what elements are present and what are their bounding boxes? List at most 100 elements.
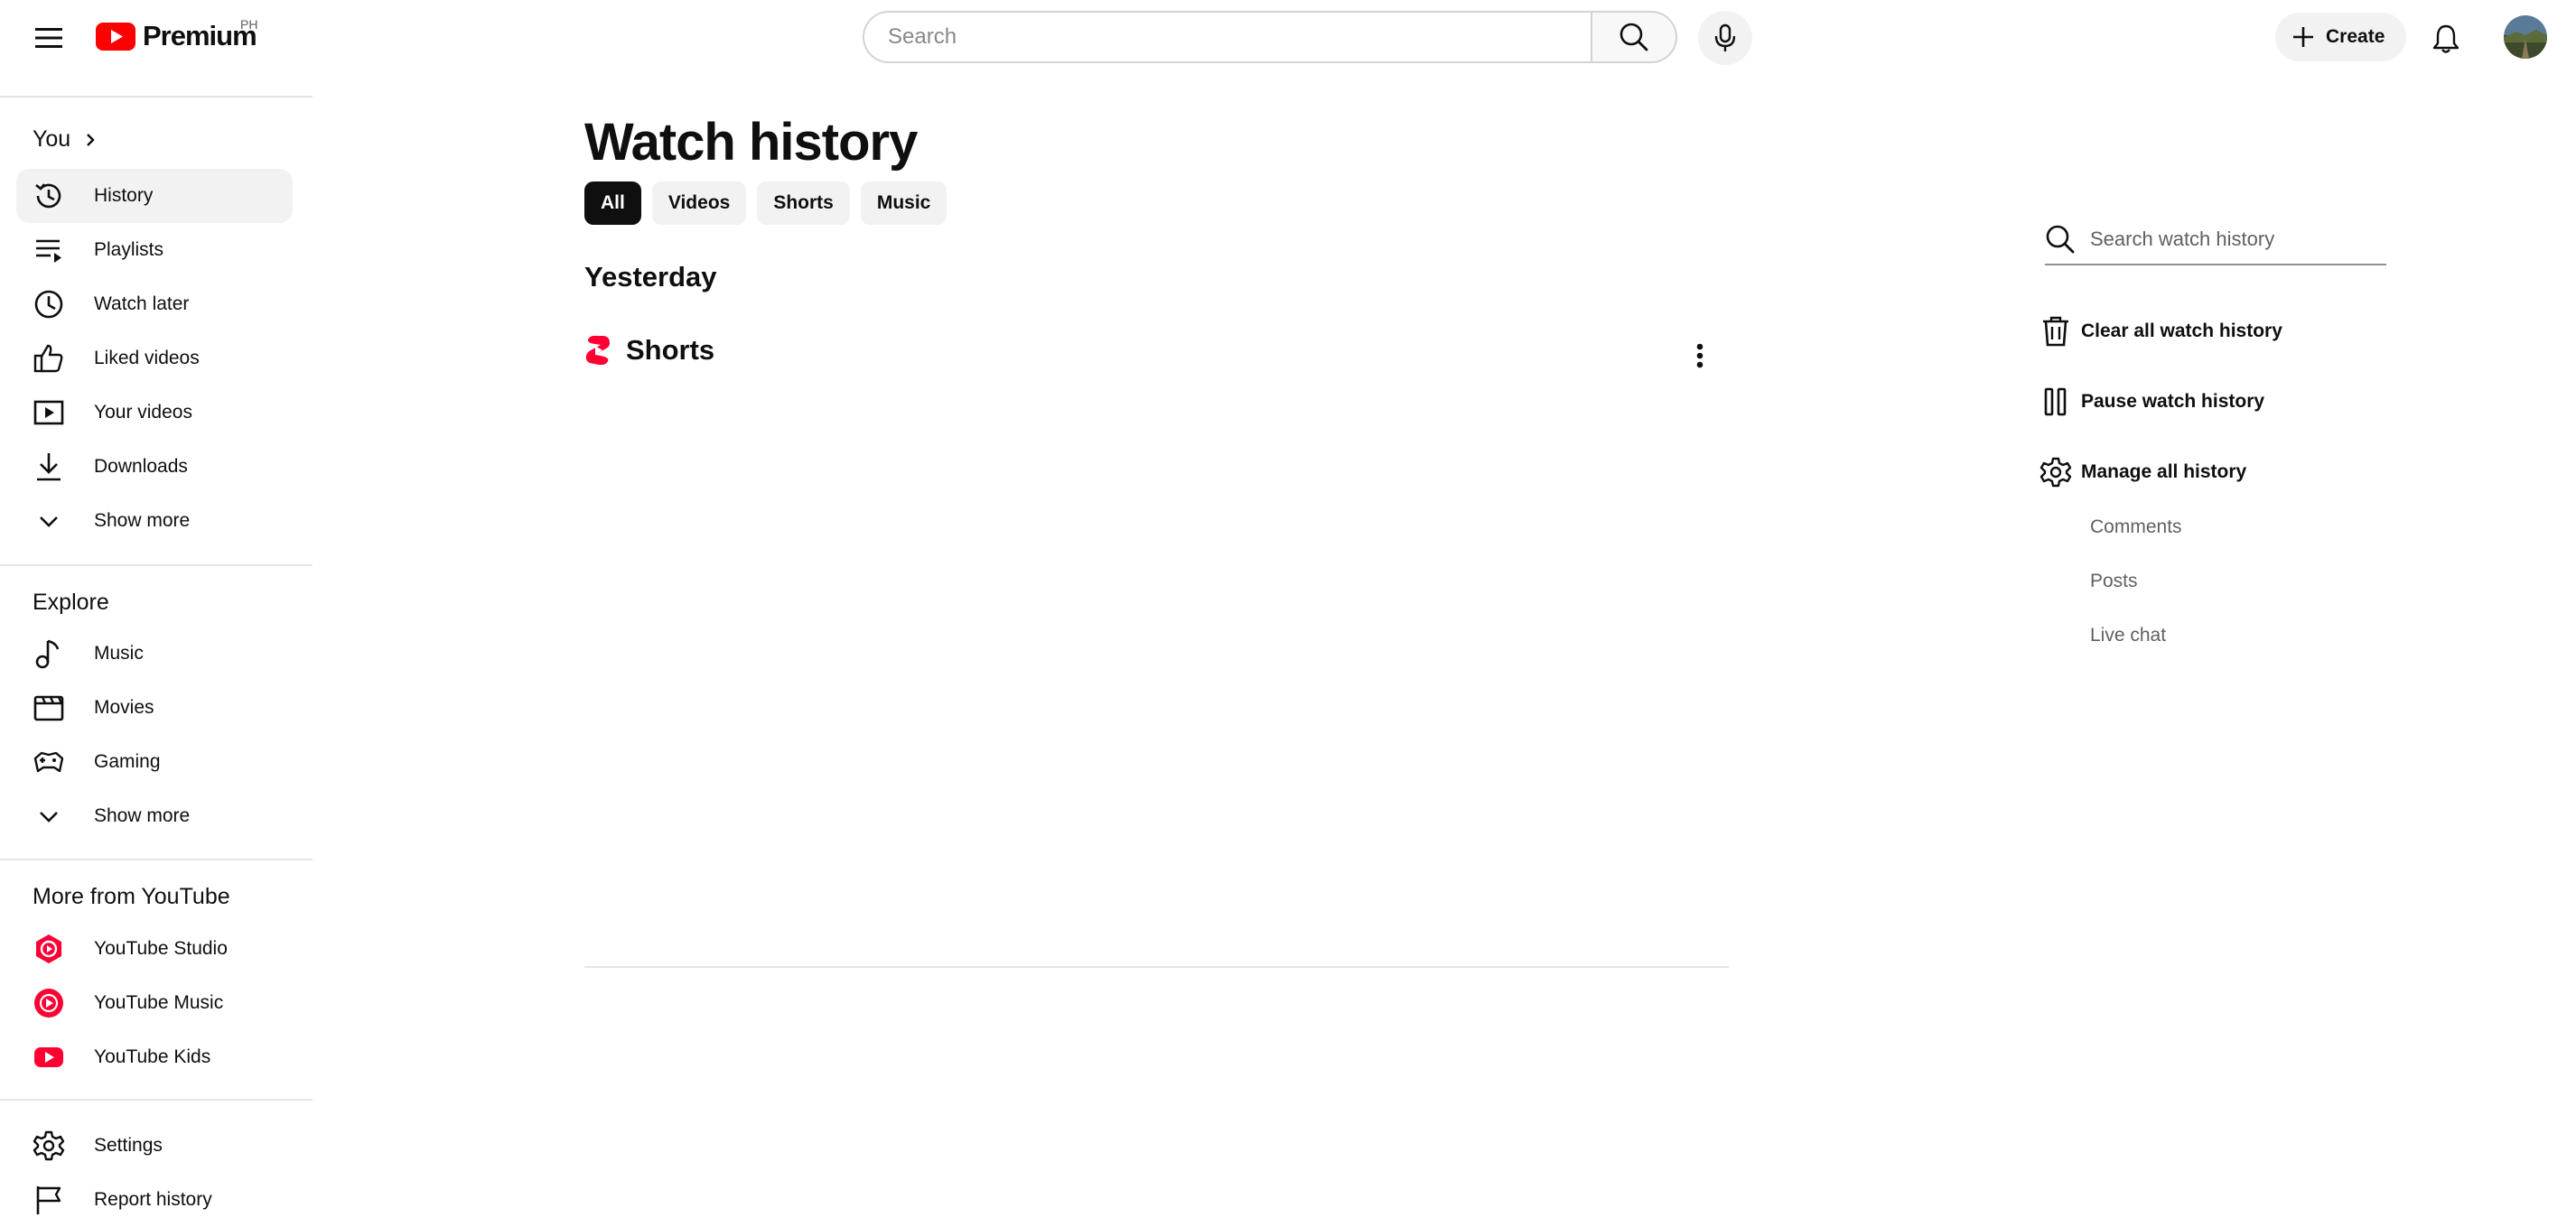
sidebar-item-playlists[interactable]: Playlists xyxy=(16,223,293,277)
sidebar-item-music[interactable]: Music xyxy=(16,627,293,681)
sidebar-item-label: Show more xyxy=(94,805,191,826)
voice-search-button[interactable] xyxy=(1698,11,1752,65)
youtube-logo-icon xyxy=(96,22,135,51)
sidebar-item-label: Playlists xyxy=(94,239,164,260)
watch-history-search-input[interactable] xyxy=(2088,227,2381,252)
music-note-icon xyxy=(31,636,67,672)
sidebar-divider xyxy=(0,96,313,98)
sidebar-item-label: Report history xyxy=(94,1189,212,1210)
explore-section-title: Explore xyxy=(33,590,109,615)
sidebar-item-label: Movies xyxy=(94,697,154,718)
chevron-down-icon xyxy=(31,503,67,539)
sidebar-item-label: Watch later xyxy=(94,293,190,314)
pause-history-label: Pause watch history xyxy=(2081,391,2265,412)
sidebar-item-gaming[interactable]: Gaming xyxy=(16,735,293,789)
sidebar-item-label: YouTube Studio xyxy=(94,938,228,959)
sidebar-item-label: Downloads xyxy=(94,456,188,477)
sidebar-item-liked-videos[interactable]: Liked videos xyxy=(16,331,293,386)
shorts-icon xyxy=(585,335,610,366)
your-videos-icon xyxy=(31,395,67,431)
flag-icon xyxy=(31,1182,67,1218)
pause-icon xyxy=(2044,387,2067,416)
sidebar-item-report-history[interactable]: Report history xyxy=(16,1173,293,1227)
sidebar-item-label: Your videos xyxy=(94,402,192,423)
shorts-shelf-header: Shorts xyxy=(584,334,714,367)
search-icon xyxy=(2046,225,2075,254)
filter-chips: All Videos Shorts Music xyxy=(584,181,947,225)
pause-history-button[interactable]: Pause watch history xyxy=(2039,380,2264,423)
youtube-kids-icon xyxy=(31,1039,67,1075)
sidebar-item-movies[interactable]: Movies xyxy=(16,681,293,735)
sidebar-item-label: History xyxy=(94,185,154,206)
masthead: Premium PH Create xyxy=(0,0,2576,76)
search-bar xyxy=(863,11,1677,63)
page-title: Watch history xyxy=(584,113,918,172)
history-link-comments[interactable]: Comments xyxy=(2090,516,2182,538)
gear-icon xyxy=(31,1128,67,1164)
thumbs-up-icon xyxy=(31,340,67,376)
bell-icon xyxy=(2432,24,2459,53)
download-icon xyxy=(31,449,67,485)
chevron-right-icon xyxy=(87,133,95,146)
history-link-live-chat[interactable]: Live chat xyxy=(2090,625,2166,646)
create-label: Create xyxy=(2326,26,2385,47)
history-icon xyxy=(31,178,67,214)
clear-all-history-label: Clear all watch history xyxy=(2081,321,2282,341)
shorts-shelf-title: Shorts xyxy=(626,334,715,366)
menu-button[interactable] xyxy=(25,18,72,58)
youtube-studio-icon xyxy=(31,931,67,967)
more-actions-button[interactable] xyxy=(1678,334,1722,377)
chip-music[interactable]: Music xyxy=(860,181,947,225)
avatar-image xyxy=(2504,15,2547,59)
sidebar-item-show-more[interactable]: Show more xyxy=(16,494,293,548)
chevron-down-icon xyxy=(31,798,67,834)
gear-icon xyxy=(2039,457,2072,488)
chip-videos[interactable]: Videos xyxy=(651,181,747,225)
sidebar-item-settings[interactable]: Settings xyxy=(16,1119,293,1173)
sidebar-item-label: Gaming xyxy=(94,751,161,772)
gamepad-icon xyxy=(31,744,67,780)
you-section-title: You xyxy=(33,126,71,152)
avatar[interactable] xyxy=(2504,15,2547,59)
youtube-premium-logo[interactable]: Premium PH xyxy=(96,17,258,52)
plus-icon xyxy=(2293,27,2313,47)
sidebar-divider xyxy=(0,859,313,860)
country-code: PH xyxy=(240,17,258,32)
more-vert-icon xyxy=(1696,343,1703,368)
sidebar: You History Playlists Watch later Liked … xyxy=(0,76,313,1214)
chip-shorts[interactable]: Shorts xyxy=(757,181,850,225)
sidebar-item-label: Show more xyxy=(94,510,191,531)
manage-all-history-label: Manage all history xyxy=(2081,461,2247,482)
clear-all-history-button[interactable]: Clear all watch history xyxy=(2039,310,2282,353)
sidebar-item-downloads[interactable]: Downloads xyxy=(16,440,293,494)
sidebar-item-show-more-explore[interactable]: Show more xyxy=(16,789,293,843)
create-button[interactable]: Create xyxy=(2275,13,2407,61)
youtube-music-icon xyxy=(31,985,67,1021)
search-icon xyxy=(1619,23,1648,51)
sidebar-item-youtube-studio[interactable]: YouTube Studio xyxy=(16,922,293,976)
history-link-posts[interactable]: Posts xyxy=(2090,571,2138,592)
date-heading: Yesterday xyxy=(584,261,717,293)
sidebar-item-youtube-kids[interactable]: YouTube Kids xyxy=(16,1030,293,1084)
manage-all-history-button[interactable]: Manage all history xyxy=(2039,451,2246,494)
sidebar-item-label: YouTube Kids xyxy=(94,1046,211,1067)
sidebar-item-history[interactable]: History xyxy=(16,169,293,223)
sidebar-item-label: Settings xyxy=(94,1135,163,1156)
sidebar-item-your-videos[interactable]: Your videos xyxy=(16,386,293,440)
notifications-button[interactable] xyxy=(2423,16,2469,61)
chip-all[interactable]: All xyxy=(584,181,641,225)
playlists-icon xyxy=(31,232,67,268)
search-input[interactable] xyxy=(886,23,1591,51)
sidebar-item-youtube-music[interactable]: YouTube Music xyxy=(16,976,293,1030)
microphone-icon xyxy=(1714,23,1736,51)
clapperboard-icon xyxy=(31,690,67,726)
search-box xyxy=(863,11,1591,63)
search-button[interactable] xyxy=(1591,11,1677,63)
sidebar-divider xyxy=(0,1099,313,1101)
sidebar-divider xyxy=(0,564,313,566)
more-from-youtube-title: More from YouTube xyxy=(33,884,230,909)
you-section-link[interactable]: You xyxy=(33,126,98,153)
shelf-divider xyxy=(584,966,1729,968)
watch-later-icon xyxy=(31,286,67,322)
sidebar-item-watch-later[interactable]: Watch later xyxy=(16,277,293,331)
